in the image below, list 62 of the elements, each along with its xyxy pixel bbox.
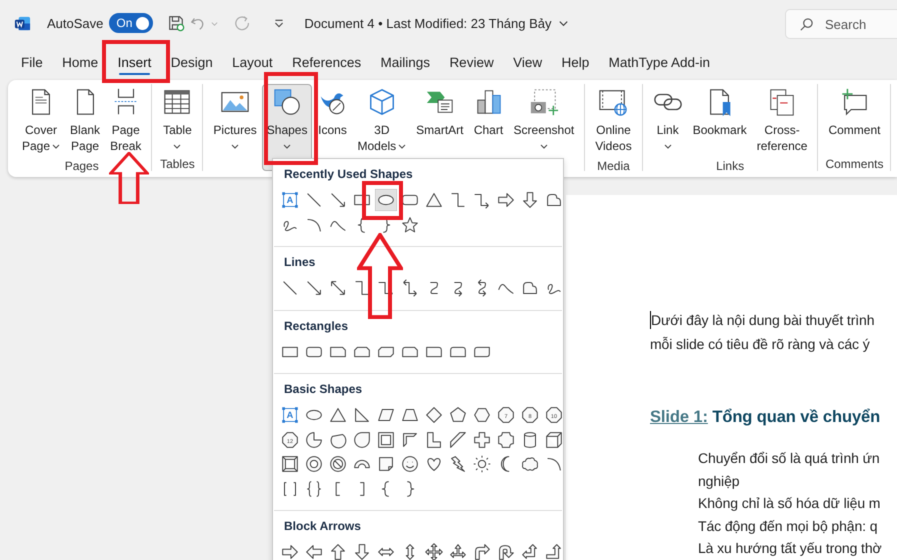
slide-heading: Slide 1: Tổng quan về chuyển bbox=[650, 408, 882, 427]
word-app-icon bbox=[14, 14, 31, 32]
paragraph-line: nghiệp bbox=[698, 472, 740, 491]
smiley-shape-icon[interactable] bbox=[399, 453, 421, 475]
ribbon-button[interactable]: Table bbox=[157, 84, 198, 155]
paragraph-line: Tác động đến mọi bộ phận: q bbox=[698, 516, 878, 536]
ribbon-tab[interactable]: File bbox=[13, 50, 51, 76]
ribbon-button[interactable]: Online Videos bbox=[590, 84, 637, 157]
ribbon-button[interactable]: Comment bbox=[823, 84, 886, 155]
left-right-up-arrow-shape-icon[interactable] bbox=[447, 541, 469, 560]
ribbon-tab[interactable]: References bbox=[284, 50, 370, 76]
ribbon-button[interactable]: Page Break bbox=[105, 84, 146, 157]
ribbon-tab[interactable]: View bbox=[505, 50, 550, 76]
section-heading: Block Arrows bbox=[284, 519, 362, 533]
autosave-label: AutoSave bbox=[47, 16, 104, 30]
ribbon-tab[interactable]: Help bbox=[554, 50, 598, 76]
ribbon-button[interactable]: Bookmark bbox=[688, 84, 752, 157]
ribbon-tab[interactable]: Review bbox=[441, 50, 502, 76]
ribbon-tab[interactable]: Mailings bbox=[372, 50, 438, 76]
ribbon-button[interactable]: Chart bbox=[468, 84, 509, 171]
ribbon-tab[interactable]: Insert bbox=[110, 50, 160, 76]
group-label: Media bbox=[597, 159, 630, 173]
video-globe-icon bbox=[598, 87, 628, 117]
quad-arrow-shape-icon[interactable] bbox=[423, 541, 445, 560]
ribbon-button[interactable]: Cover Page bbox=[17, 84, 66, 157]
no-symbol-shape-icon[interactable] bbox=[327, 453, 349, 475]
group-label: Tables bbox=[160, 157, 195, 171]
highlight-box bbox=[362, 181, 403, 220]
text-cursor bbox=[650, 311, 651, 329]
save-icon[interactable] bbox=[167, 14, 186, 32]
group-label: Pages bbox=[64, 159, 99, 173]
section-heading: Rectangles bbox=[284, 318, 350, 332]
ribbon-tab[interactable]: Home bbox=[54, 50, 106, 76]
table-icon bbox=[162, 87, 192, 117]
ribbon-button[interactable]: Blank Page bbox=[65, 84, 106, 157]
document-title[interactable]: Document 4 • Last Modified: 23 Tháng Bảy bbox=[304, 16, 568, 30]
paragraph-line: Là xu hướng tất yếu trong thờ bbox=[698, 539, 883, 558]
bevel-shape-icon[interactable] bbox=[279, 453, 301, 475]
highlight-box bbox=[102, 40, 170, 83]
screenshot-icon bbox=[528, 87, 559, 117]
sun-shape-icon[interactable] bbox=[471, 453, 493, 475]
ribbon-tab[interactable]: Design bbox=[162, 50, 221, 76]
paragraph-line: mỗi slide có tiêu đề rõ ràng và các ý bbox=[650, 336, 870, 352]
group-label: Comments bbox=[825, 157, 884, 171]
paragraph-line: Dưới đây là nội dung bài thuyết trình bbox=[651, 312, 874, 328]
shapes-icon bbox=[272, 87, 302, 117]
ribbon-tab[interactable]: MathType Add-in bbox=[600, 50, 718, 76]
search-field[interactable]: Search bbox=[785, 9, 897, 39]
section-heading: Lines bbox=[284, 255, 316, 269]
ribbon-tab[interactable]: Layout bbox=[224, 50, 281, 76]
donut-shape-icon[interactable] bbox=[303, 453, 325, 475]
up-arrow-annotation bbox=[109, 152, 149, 204]
section-heading: Basic Shapes bbox=[284, 382, 364, 396]
oval-shape-icon[interactable] bbox=[375, 189, 397, 211]
group-label: Links bbox=[716, 159, 744, 173]
ribbon-button[interactable]: Pictures bbox=[208, 84, 262, 171]
paragraph-line: Chuyển đổi số là quá trình ứn bbox=[698, 449, 881, 468]
search-icon bbox=[799, 17, 814, 32]
paragraph-line: Không chỉ là số hóa dữ liệu m bbox=[698, 494, 882, 513]
ribbon-button[interactable]: Link bbox=[648, 84, 688, 157]
ribbon-button[interactable]: Cross- reference bbox=[752, 84, 812, 157]
autosave-toggle[interactable]: On bbox=[109, 13, 154, 33]
